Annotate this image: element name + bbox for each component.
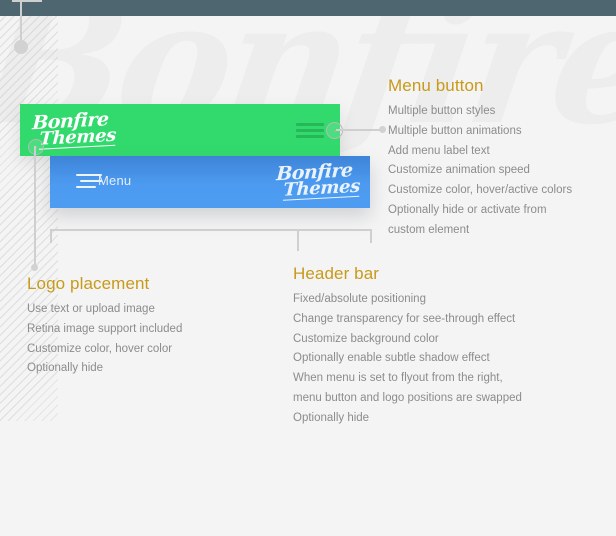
list-item: Retina image support included (27, 322, 183, 335)
list-item: Fixed/absolute positioning (293, 293, 426, 305)
list-item: Optionally hide or activate from custom … (388, 203, 547, 236)
logo-connector-end-dot (31, 264, 38, 271)
logo-connector-line (34, 146, 36, 268)
header-bar-bracket (50, 229, 372, 243)
list-item: Optionally hide (27, 362, 104, 375)
callout-title: Header bar (293, 264, 380, 283)
callout-feature-list: Fixed/absolute positioning Change transp… (293, 290, 611, 429)
list-item: When menu is set to flyout from the righ… (293, 372, 522, 404)
infographic-stage: Bonfire Bonfire Themes Bonfire Themes Me… (0, 0, 616, 536)
callout-menu-button: Menu button Multiple button styles Multi… (388, 76, 612, 241)
menu-label[interactable]: Menu (98, 173, 131, 188)
callout-feature-list: Multiple button styles Multiple button a… (388, 102, 612, 241)
header-bar-bracket-stem (297, 231, 299, 251)
callout-feature-list: Use text or upload image Retina image su… (27, 300, 277, 379)
list-item: Use text or upload image (27, 303, 155, 315)
hamburger-bar-2 (296, 129, 324, 132)
list-item: Customize background color (293, 332, 439, 345)
hamburger-bar-3 (296, 135, 324, 138)
header-bar-bracket-top (50, 229, 370, 231)
top-dark-bar (0, 0, 616, 16)
callout-title: Logo placement (27, 274, 150, 293)
list-item: Customize animation speed (388, 164, 530, 177)
callout-title: Menu button (388, 76, 484, 95)
list-item: Optionally hide (293, 411, 370, 424)
list-item: Change transparency for see-through effe… (293, 312, 516, 325)
green-bar-logo[interactable]: Bonfire Themes (31, 108, 117, 150)
green-header-mockup: Bonfire Themes (20, 104, 340, 156)
top-connector-horizontal (12, 0, 42, 2)
logo-anchor-ring-icon (28, 139, 44, 155)
blue-logo-line2: Themes (282, 175, 361, 201)
list-item: Multiple button animations (388, 124, 522, 137)
menu-connector-end-dot (379, 126, 386, 133)
hamburger-icon[interactable] (296, 123, 324, 138)
list-item: Customize color, hover color (27, 342, 173, 355)
list-item: Optionally enable subtle shadow effect (293, 352, 490, 365)
callout-logo-placement: Logo placement Use text or upload image … (27, 274, 277, 379)
list-item: Customize color, hover/active colors (388, 184, 573, 197)
blue-bar-logo[interactable]: Bonfire Themes (275, 159, 361, 201)
top-connector-dot (14, 40, 28, 54)
green-logo-line2: Themes (38, 124, 117, 150)
callout-header-bar: Header bar Fixed/absolute positioning Ch… (293, 264, 611, 429)
list-item: Add menu label text (388, 144, 490, 157)
hamburger-bar-3 (76, 186, 96, 188)
list-item: Multiple button styles (388, 105, 496, 117)
menu-connector-line (336, 129, 383, 131)
hamburger-bar-1 (296, 123, 324, 126)
